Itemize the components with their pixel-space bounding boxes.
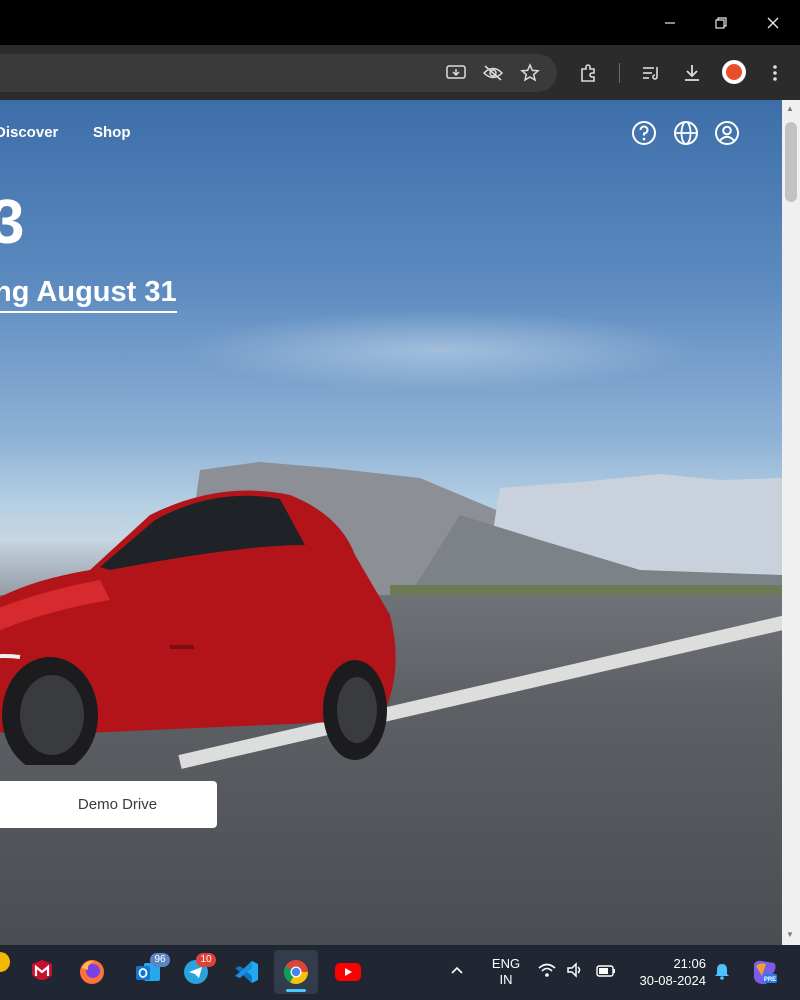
help-icon[interactable] (631, 120, 657, 146)
show-hidden-icons-chevron-icon[interactable] (450, 962, 464, 978)
close-icon[interactable] (748, 0, 798, 45)
hero-subtitle-link[interactable]: ng August 31 (0, 276, 177, 313)
profile-avatar[interactable] (722, 60, 746, 84)
nav-shop[interactable]: Shop (93, 124, 131, 141)
account-icon[interactable] (714, 120, 740, 146)
clock-time: 21:06 (673, 956, 706, 971)
install-app-icon[interactable] (439, 45, 473, 100)
nav-discover[interactable]: Discover (0, 124, 58, 141)
active-app-indicator (286, 989, 306, 992)
system-clock[interactable]: 21:06 30-08-2024 (626, 955, 707, 989)
sky-clouds (180, 310, 700, 390)
address-bar[interactable] (0, 54, 557, 92)
avatar-image (726, 64, 742, 80)
telegram-badge: 10 (196, 953, 216, 967)
telegram-icon[interactable]: 10 (174, 950, 218, 994)
clock-date: 30-08-2024 (639, 973, 707, 988)
outlook-icon[interactable]: 96 (126, 950, 170, 994)
language-indicator[interactable]: ENG IN (486, 956, 526, 988)
extensions-icon[interactable] (571, 45, 605, 100)
region-code: IN (499, 972, 513, 987)
demo-drive-button[interactable]: Demo Drive (0, 781, 217, 828)
globe-icon[interactable] (673, 120, 699, 146)
vscode-icon[interactable] (224, 950, 268, 994)
hero-title: 3 (0, 188, 25, 257)
mcafee-icon[interactable] (20, 950, 64, 994)
youtube-icon[interactable] (326, 950, 370, 994)
page-scrollbar[interactable] (782, 100, 800, 945)
wifi-icon[interactable] (538, 962, 556, 983)
toolbar-divider (619, 63, 620, 83)
outlook-badge: 96 (150, 953, 170, 967)
svg-text:PRE: PRE (764, 977, 776, 983)
star-icon[interactable] (513, 45, 547, 100)
notification-bell-icon[interactable] (713, 962, 731, 985)
scroll-up-arrow-icon[interactable]: ▲ (786, 104, 794, 113)
minimize-icon[interactable] (645, 0, 695, 45)
download-icon[interactable] (675, 45, 709, 100)
eye-off-icon[interactable] (476, 45, 510, 100)
language-code: ENG (491, 956, 521, 971)
reading-list-icon[interactable] (634, 45, 668, 100)
restore-icon[interactable] (696, 0, 746, 45)
scroll-down-arrow-icon[interactable]: ▼ (786, 930, 794, 939)
chrome-icon[interactable] (274, 950, 318, 994)
firefox-icon[interactable] (70, 950, 114, 994)
web-page: Discover Shop 3 ng August 31 Demo Drive (0, 100, 782, 945)
scrollbar-thumb[interactable] (785, 122, 797, 202)
more-vertical-icon[interactable] (758, 45, 792, 100)
volume-icon[interactable] (566, 962, 584, 983)
red-car-image (0, 490, 396, 765)
copilot-icon[interactable]: PRE (750, 958, 778, 991)
battery-icon[interactable] (596, 964, 616, 982)
